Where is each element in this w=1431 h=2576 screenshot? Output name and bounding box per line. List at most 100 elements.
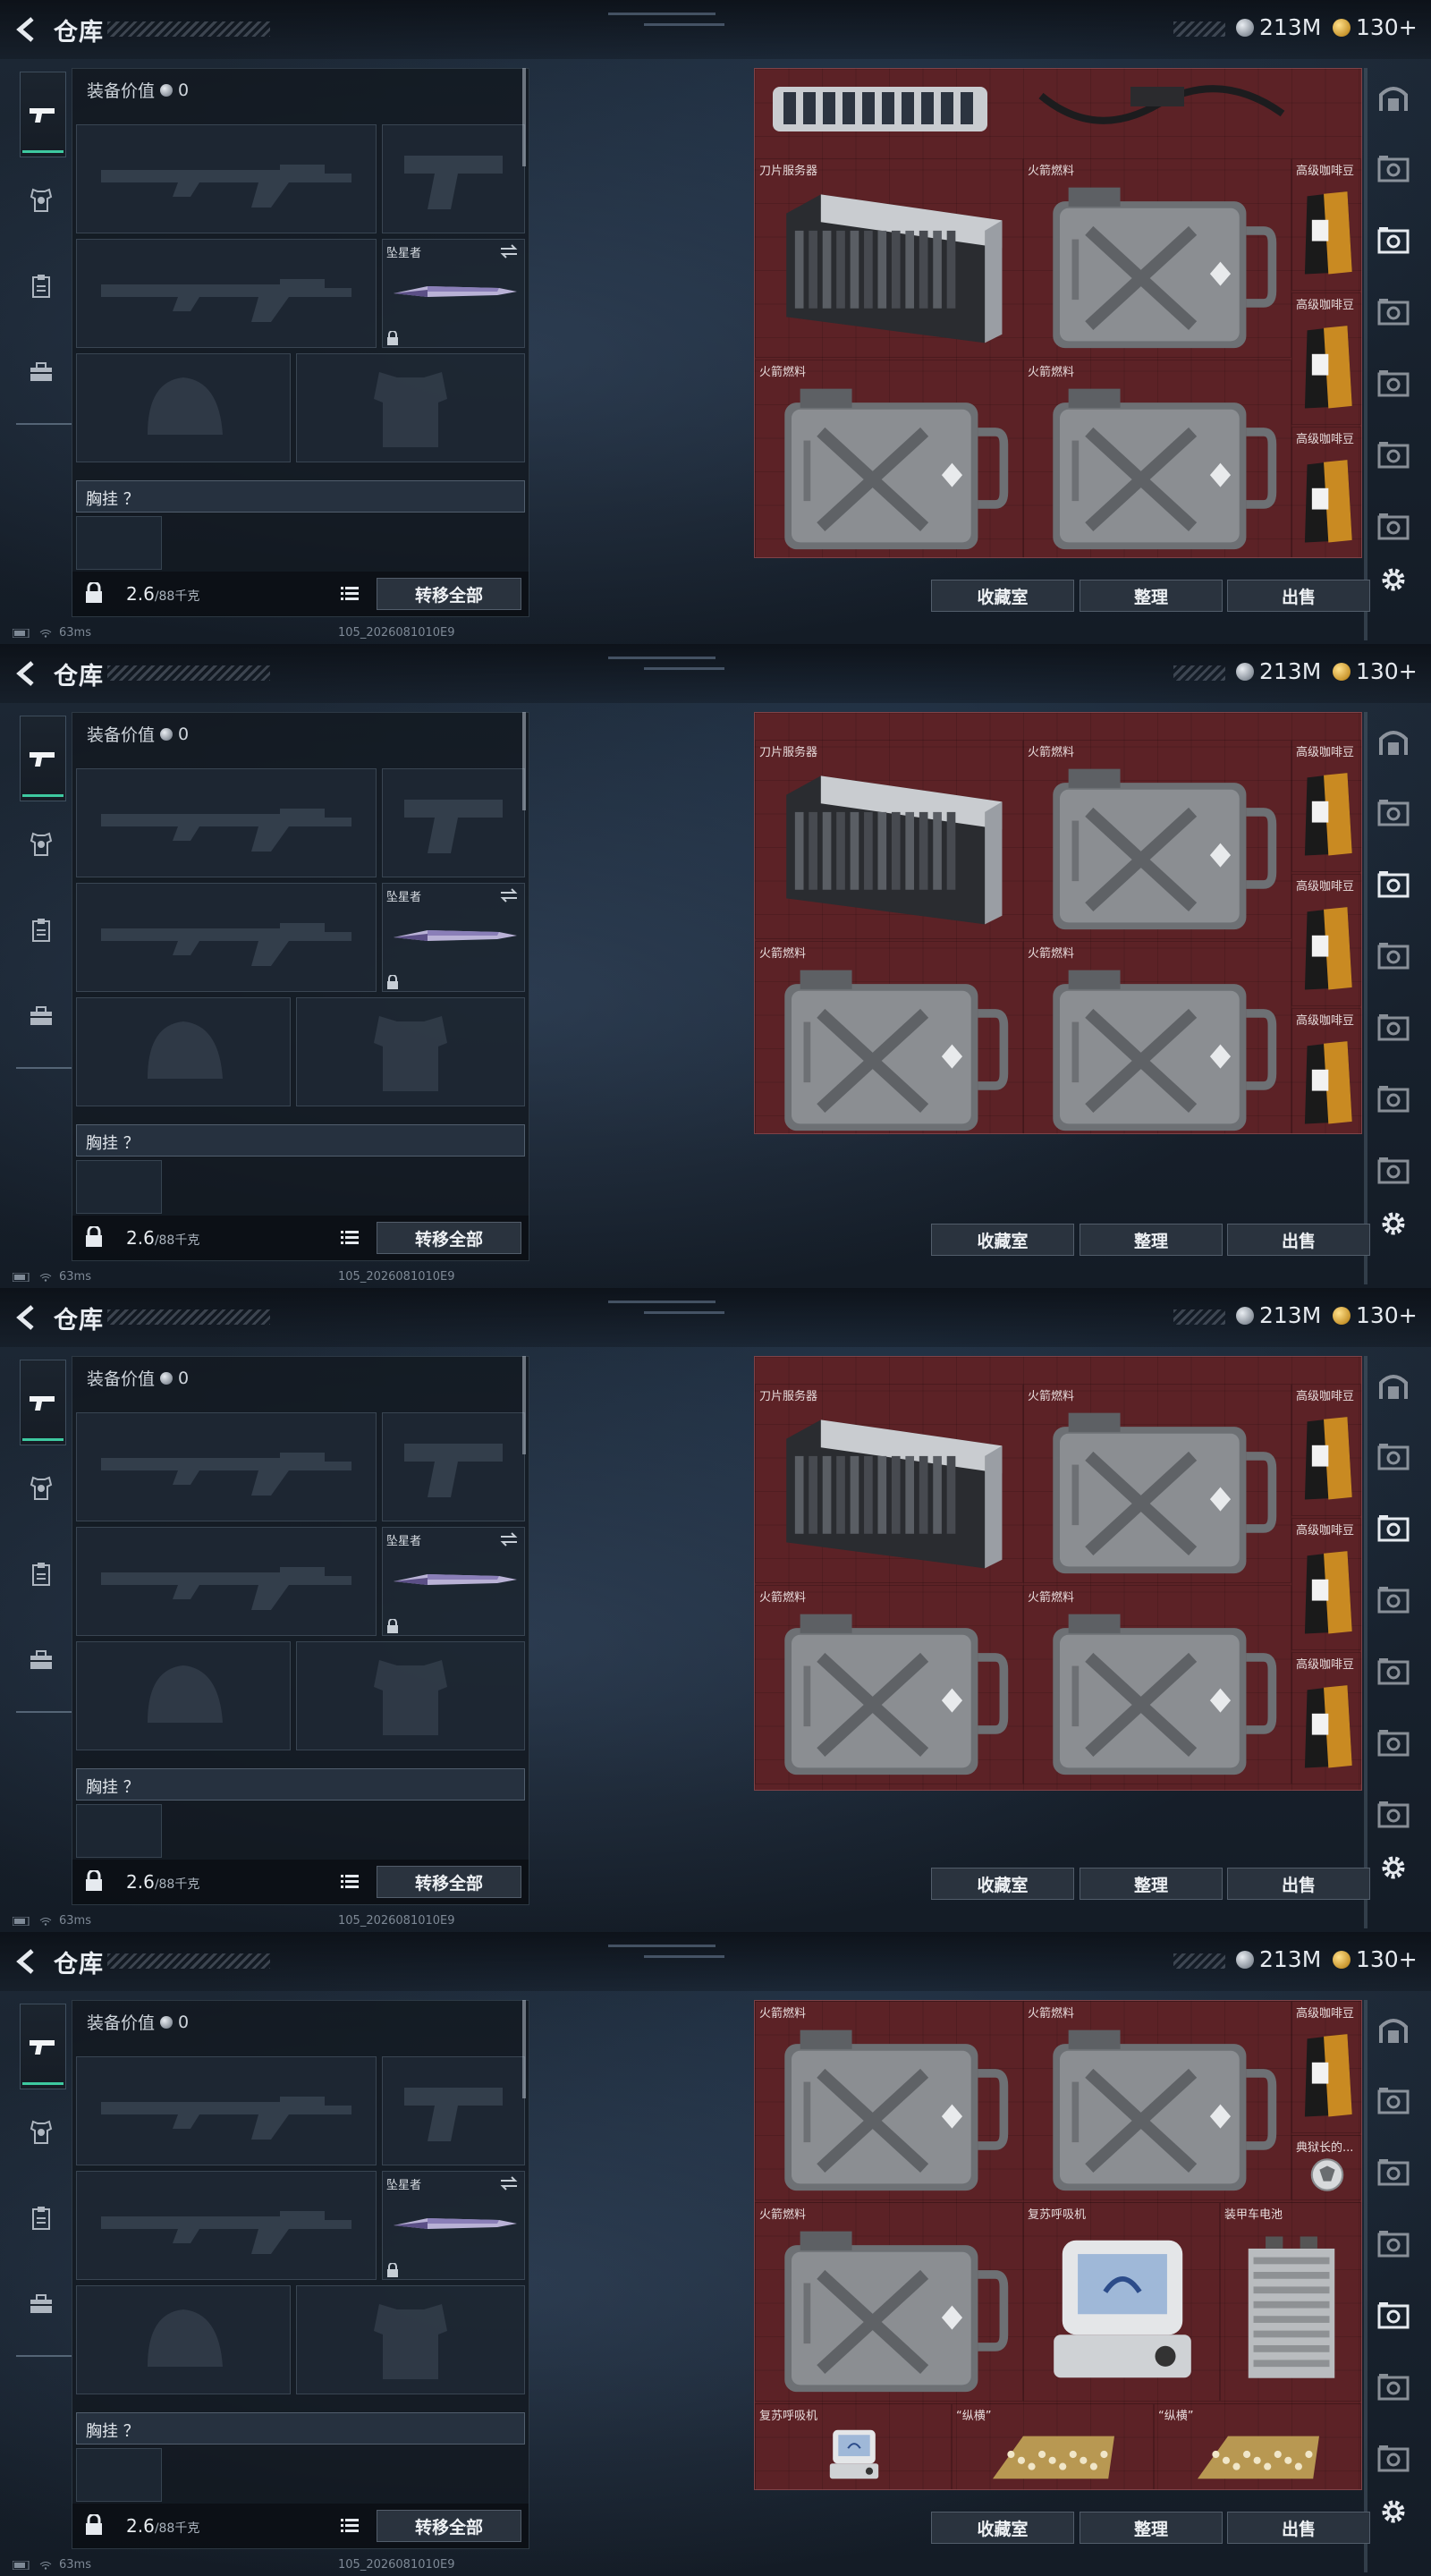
storage-tab-6-icon[interactable] — [1376, 1156, 1411, 1188]
storage-item-blade-server[interactable]: 刀片服务器 — [755, 740, 1023, 939]
tab-backpack[interactable] — [20, 1639, 63, 1682]
tab-weapons[interactable] — [20, 2004, 66, 2089]
storage-item-rocket-fuel[interactable]: 火箭燃料 — [1023, 740, 1291, 939]
tab-consumables[interactable] — [20, 265, 63, 308]
list-icon[interactable] — [341, 1874, 359, 1890]
partial-item-row[interactable] — [755, 69, 1361, 158]
lock-icon[interactable] — [85, 1870, 103, 1892]
arch-icon[interactable] — [1376, 726, 1411, 758]
partial-item-row[interactable] — [755, 713, 1361, 740]
melee-slot[interactable]: 坠星者 — [382, 239, 525, 348]
storage-item-chess[interactable]: “纵横” — [1154, 2403, 1361, 2489]
gear-icon[interactable] — [1377, 2496, 1410, 2528]
storage-item-coffee[interactable]: 高级咖啡豆 — [1291, 1518, 1361, 1650]
helmet-slot[interactable] — [76, 1641, 291, 1750]
storage-item-medal[interactable]: 典狱长的... — [1291, 2135, 1361, 2200]
storage-tab-5-icon[interactable] — [1376, 440, 1411, 472]
storage-item-coffee[interactable]: 高级咖啡豆 — [1291, 874, 1361, 1006]
organize-button[interactable]: 整理 — [1080, 580, 1223, 612]
silver-currency[interactable]: 213M — [1236, 658, 1321, 684]
primary-weapon-slot[interactable] — [76, 768, 377, 877]
storage-tab-5-icon[interactable] — [1376, 1084, 1411, 1116]
chest-rig-slot[interactable] — [76, 2448, 162, 2502]
gold-currency[interactable]: 130+ — [1333, 1302, 1418, 1328]
storage-item-rocket-fuel[interactable]: 火箭燃料 — [1023, 1384, 1291, 1583]
storage-item-coffee[interactable]: 高级咖啡豆 — [1291, 1008, 1361, 1133]
storage-item-coffee[interactable]: 高级咖啡豆 — [1291, 158, 1361, 291]
sell-button[interactable]: 出售 — [1227, 2512, 1370, 2544]
arch-icon[interactable] — [1376, 1370, 1411, 1402]
storage-item-rocket-fuel[interactable]: 火箭燃料 — [755, 941, 1023, 1133]
loadout-scrollbar[interactable] — [522, 2000, 526, 2098]
storage-tab-4-icon[interactable] — [1376, 369, 1411, 401]
melee-slot[interactable]: 坠星者 — [382, 883, 525, 992]
storage-item-coffee[interactable]: 高级咖啡豆 — [1291, 1652, 1361, 1784]
storage-item-coffee[interactable]: 高级咖啡豆 — [1291, 1384, 1361, 1516]
storage-tab-2-icon[interactable] — [1376, 225, 1411, 258]
body-armor-slot[interactable] — [296, 1641, 525, 1750]
tab-backpack[interactable] — [20, 995, 63, 1038]
transfer-all-button[interactable]: 转移全部 — [377, 1222, 521, 1254]
tab-armor[interactable] — [20, 823, 63, 866]
storage-tab-1-icon[interactable] — [1376, 1442, 1411, 1474]
chest-rig-header[interactable]: 胸挂 ？ — [76, 2412, 525, 2445]
storage-scrollbar[interactable] — [1364, 68, 1367, 640]
storage-item-rocket-fuel[interactable]: 火箭燃料 — [1023, 158, 1291, 358]
helmet-slot[interactable] — [76, 997, 291, 1106]
list-icon[interactable] — [341, 2518, 359, 2534]
storage-tab-2-icon[interactable] — [1376, 2157, 1411, 2190]
lock-icon[interactable] — [85, 2514, 103, 2536]
gold-currency[interactable]: 130+ — [1333, 1946, 1418, 1972]
storage-tab-2-icon[interactable] — [1376, 869, 1411, 902]
arch-icon[interactable] — [1376, 82, 1411, 114]
tab-weapons[interactable] — [20, 72, 66, 157]
arch-icon[interactable] — [1376, 2014, 1411, 2046]
primary-weapon-slot[interactable] — [76, 2056, 377, 2165]
tab-backpack[interactable] — [20, 351, 63, 394]
collection-button[interactable]: 收藏室 — [931, 1224, 1074, 1256]
gold-currency[interactable]: 130+ — [1333, 14, 1418, 40]
tab-weapons[interactable] — [20, 1360, 66, 1445]
organize-button[interactable]: 整理 — [1080, 2512, 1223, 2544]
list-icon[interactable] — [341, 586, 359, 602]
gear-icon[interactable] — [1377, 1208, 1410, 1240]
storage-tab-5-icon[interactable] — [1376, 1728, 1411, 1760]
partial-item-row[interactable] — [755, 1357, 1361, 1384]
storage-tab-3-icon[interactable] — [1376, 941, 1411, 973]
gold-currency[interactable]: 130+ — [1333, 658, 1418, 684]
sidearm-slot[interactable] — [382, 2056, 525, 2165]
sell-button[interactable]: 出售 — [1227, 1224, 1370, 1256]
storage-scrollbar[interactable] — [1364, 1356, 1367, 1928]
back-icon[interactable] — [13, 1946, 39, 1977]
helmet-slot[interactable] — [76, 2285, 291, 2394]
loadout-scrollbar[interactable] — [522, 712, 526, 810]
organize-button[interactable]: 整理 — [1080, 1868, 1223, 1900]
tab-armor[interactable] — [20, 1467, 63, 1510]
tab-weapons[interactable] — [20, 716, 66, 801]
collection-button[interactable]: 收藏室 — [931, 1868, 1074, 1900]
storage-tab-4-icon[interactable] — [1376, 1013, 1411, 1045]
storage-tab-2-icon[interactable] — [1376, 1513, 1411, 1546]
secondary-weapon-slot[interactable] — [76, 1527, 377, 1636]
chest-rig-header[interactable]: 胸挂 ？ — [76, 1768, 525, 1801]
sidearm-slot[interactable] — [382, 768, 525, 877]
lock-icon[interactable] — [85, 1226, 103, 1248]
storage-item-coffee[interactable]: 高级咖啡豆 — [1291, 292, 1361, 425]
storage-tab-3-icon[interactable] — [1376, 1585, 1411, 1617]
body-armor-slot[interactable] — [296, 2285, 525, 2394]
helmet-slot[interactable] — [76, 353, 291, 462]
swap-icon[interactable] — [499, 887, 519, 903]
back-icon[interactable] — [13, 14, 39, 45]
tab-backpack[interactable] — [20, 2283, 63, 2326]
lock-icon[interactable] — [85, 582, 103, 604]
storage-tab-1-icon[interactable] — [1376, 798, 1411, 830]
loadout-scrollbar[interactable] — [522, 1356, 526, 1454]
swap-icon[interactable] — [499, 1531, 519, 1547]
swap-icon[interactable] — [499, 2175, 519, 2191]
sidearm-slot[interactable] — [382, 1412, 525, 1521]
storage-item-rocket-fuel[interactable]: 火箭燃料 — [755, 2001, 1023, 2200]
storage-item-coffee[interactable]: 高级咖啡豆 — [1291, 2001, 1361, 2133]
silver-currency[interactable]: 213M — [1236, 1302, 1321, 1328]
transfer-all-button[interactable]: 转移全部 — [377, 2510, 521, 2542]
storage-tab-4-icon[interactable] — [1376, 1657, 1411, 1689]
